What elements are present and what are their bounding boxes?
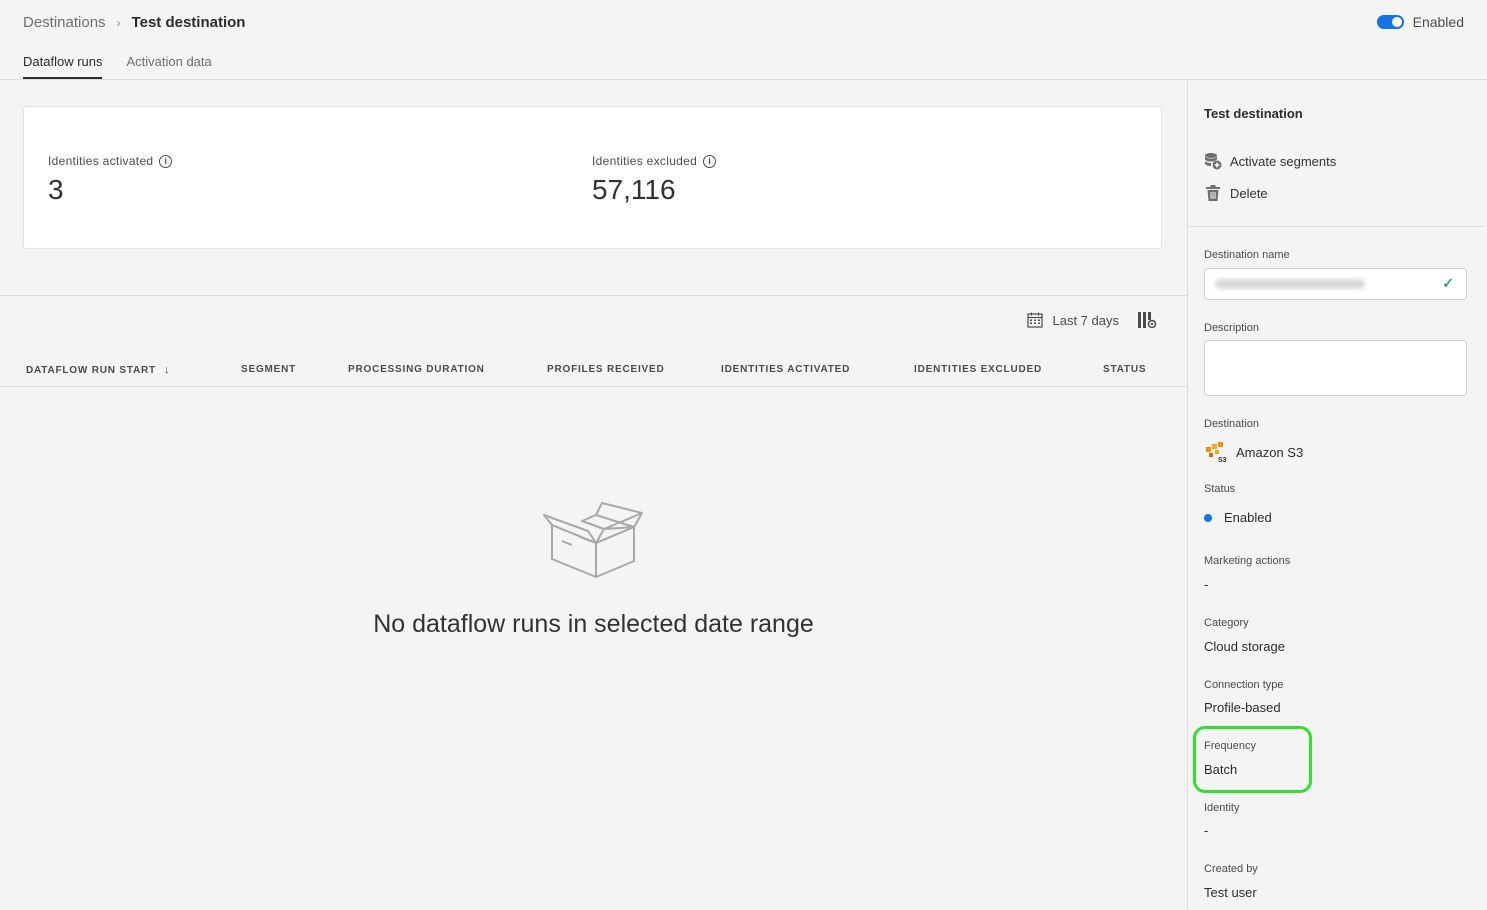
- column-header-identities-excluded[interactable]: IDENTITIES EXCLUDED: [914, 364, 1042, 375]
- enabled-toggle-label: Enabled: [1412, 14, 1464, 30]
- tab-bar: Dataflow runs Activation data: [23, 54, 236, 79]
- destination-name-label: Destination name: [1204, 249, 1290, 261]
- destination-label: Destination: [1204, 418, 1260, 430]
- activate-segments-label: Activate segments: [1230, 153, 1337, 169]
- destination-name-input[interactable]: ✓: [1204, 268, 1467, 300]
- metric-identities-activated: Identities activated i 3: [48, 154, 173, 206]
- metric-identities-excluded: Identities excluded i 57,116: [592, 154, 717, 206]
- connection-type-value: Profile-based: [1204, 700, 1281, 715]
- breadcrumb: Destinations › Test destination: [23, 14, 245, 31]
- identity-label: Identity: [1204, 802, 1240, 814]
- connection-type-label: Connection type: [1204, 679, 1284, 691]
- top-bar: Destinations › Test destination Enabled …: [0, 0, 1487, 80]
- column-header-processing-duration[interactable]: PROCESSING DURATION: [348, 364, 485, 375]
- main-panel: Identities activated i 3 Identities excl…: [0, 81, 1187, 910]
- enabled-toggle-group: Enabled: [1376, 14, 1464, 30]
- info-icon[interactable]: i: [703, 154, 717, 168]
- destination-value: Amazon S3: [1236, 444, 1304, 460]
- toggle-knob: [1391, 17, 1402, 27]
- checkmark-icon: ✓: [1442, 275, 1454, 291]
- frequency-label: Frequency: [1204, 740, 1256, 752]
- chevron-right-icon: ›: [116, 15, 121, 30]
- column-settings-icon[interactable]: [1137, 311, 1157, 329]
- empty-state: No dataflow runs in selected date range: [0, 501, 1187, 639]
- destination-value-row: S3 Amazon S3: [1204, 441, 1303, 463]
- activate-segments-icon: [1205, 153, 1222, 170]
- divider: [1188, 226, 1484, 227]
- redacted-text: [1215, 279, 1365, 289]
- category-label: Category: [1204, 617, 1249, 629]
- date-range-picker[interactable]: Last 7 days: [1053, 313, 1120, 328]
- delete-button[interactable]: Delete: [1204, 184, 1268, 202]
- table-toolbar: Last 7 days: [1026, 311, 1158, 329]
- status-label: Status: [1204, 483, 1236, 495]
- column-header-status[interactable]: STATUS: [1103, 364, 1146, 375]
- marketing-actions-value: -: [1204, 577, 1209, 592]
- status-value: Enabled: [1224, 510, 1272, 525]
- tab-activation-data[interactable]: Activation data: [126, 54, 211, 79]
- table-header: DATAFLOW RUN START ↓ SEGMENT PROCESSING D…: [0, 354, 1187, 387]
- delete-label: Delete: [1230, 185, 1268, 201]
- metric-value: 57,116: [592, 174, 676, 205]
- breadcrumb-destinations-link[interactable]: Destinations: [23, 14, 106, 31]
- column-header-segment[interactable]: SEGMENT: [241, 364, 296, 375]
- arrow-down-icon: ↓: [163, 364, 171, 376]
- empty-box-icon: [542, 502, 643, 578]
- description-label: Description: [1204, 322, 1260, 334]
- amazon-s3-icon: S3: [1206, 442, 1227, 463]
- column-header-identities-activated[interactable]: IDENTITIES ACTIVATED: [721, 364, 850, 375]
- svg-text:S3: S3: [1218, 457, 1227, 463]
- frequency-value: Batch: [1204, 762, 1238, 777]
- activate-segments-button[interactable]: Activate segments: [1204, 152, 1336, 170]
- enabled-toggle[interactable]: [1376, 15, 1404, 29]
- category-value: Cloud storage: [1204, 639, 1285, 654]
- metric-value: 3: [48, 174, 64, 205]
- metric-label: Identities activated: [48, 154, 154, 168]
- created-by-value: Test user: [1204, 885, 1257, 900]
- identity-value: -: [1204, 823, 1209, 838]
- empty-state-message: No dataflow runs in selected date range: [373, 610, 814, 638]
- info-icon[interactable]: i: [159, 154, 173, 168]
- marketing-actions-label: Marketing actions: [1204, 555, 1291, 567]
- sidebar-title: Test destination: [1204, 106, 1303, 121]
- metric-label: Identities excluded: [592, 154, 698, 168]
- frequency-highlight: [1193, 726, 1312, 793]
- breadcrumb-current: Test destination: [131, 14, 246, 31]
- summary-card: Identities activated i 3 Identities excl…: [23, 106, 1162, 249]
- column-header-profiles-received[interactable]: PROFILES RECEIVED: [547, 364, 665, 375]
- divider: [0, 295, 1187, 296]
- status-dot-icon: [1204, 513, 1212, 522]
- calendar-icon[interactable]: [1026, 312, 1043, 328]
- column-header-dataflow-run-start[interactable]: DATAFLOW RUN START ↓: [26, 364, 170, 376]
- trash-icon: [1206, 185, 1220, 201]
- tab-dataflow-runs[interactable]: Dataflow runs: [23, 54, 103, 79]
- description-textarea[interactable]: [1204, 340, 1467, 396]
- status-value-row: Enabled: [1204, 510, 1272, 525]
- details-sidebar: Test destination Activate segments Delet…: [1187, 81, 1487, 910]
- created-by-label: Created by: [1204, 863, 1258, 875]
